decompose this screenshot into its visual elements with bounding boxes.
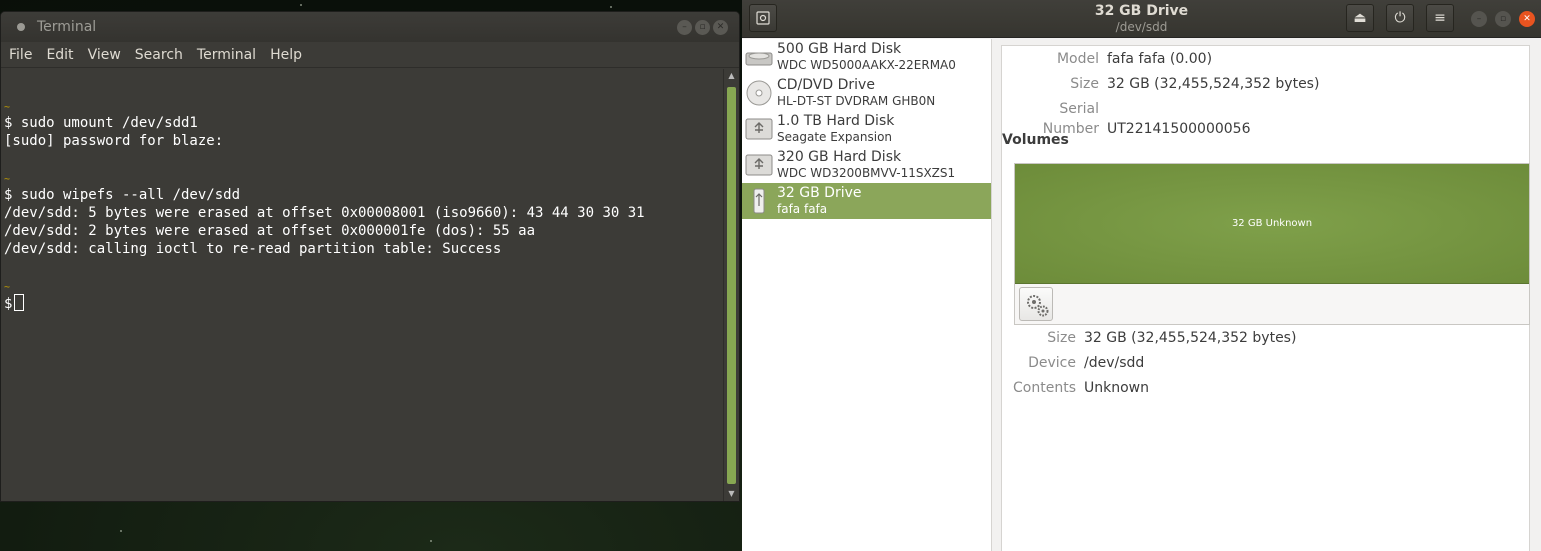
menu-file[interactable]: File bbox=[9, 47, 32, 63]
drive-name: CD/DVD Drive bbox=[777, 77, 875, 93]
drive-list: 500 GB Hard Disk WDC WD5000AAKX-22ERMA0 … bbox=[742, 39, 992, 551]
optical-drive-icon bbox=[746, 80, 772, 106]
terminal-titlebar[interactable]: Terminal – ▫ ✕ bbox=[1, 12, 739, 42]
drive-details-panel: Model fafa fafa (0.00) Size 32 GB (32,455,… bbox=[1001, 45, 1530, 551]
detail-model: Model fafa fafa (0.00) bbox=[1002, 49, 1212, 69]
scroll-up-icon[interactable]: ▲ bbox=[724, 69, 739, 83]
drive-model: WDC WD5000AAKX-22ERMA0 bbox=[777, 58, 956, 72]
power-off-button[interactable]: ⏻ bbox=[1386, 4, 1414, 32]
usb-disk-icon bbox=[745, 118, 773, 140]
drive-item[interactable]: CD/DVD Drive HL-DT-ST DVDRAM GHB0N bbox=[742, 75, 991, 111]
prompt-symbol: $ bbox=[4, 296, 13, 312]
menu-edit[interactable]: Edit bbox=[46, 47, 73, 63]
detail-value: Unknown bbox=[1084, 380, 1149, 396]
prompt-tilde: ~ bbox=[4, 282, 11, 293]
drive-name: 1.0 TB Hard Disk bbox=[777, 113, 895, 129]
detail-key: Contents bbox=[1013, 380, 1076, 396]
maximize-icon[interactable]: ▫ bbox=[1495, 11, 1511, 27]
terminal-scrollbar[interactable]: ▲ ▼ bbox=[723, 69, 739, 501]
detail-value: UT22141500000056 bbox=[1107, 121, 1251, 137]
menu-view[interactable]: View bbox=[88, 47, 121, 63]
close-icon[interactable]: ✕ bbox=[713, 20, 728, 35]
disks-headerbar[interactable]: 32 GB Drive /dev/sdd ⏏ ⏻ ≡ – ▫ ✕ bbox=[742, 0, 1541, 38]
menu-terminal[interactable]: Terminal bbox=[197, 47, 256, 63]
maximize-icon[interactable]: ▫ bbox=[695, 20, 710, 35]
drive-item[interactable]: 500 GB Hard Disk WDC WD5000AAKX-22ERMA0 bbox=[742, 39, 991, 75]
scrollbar-thumb[interactable] bbox=[727, 87, 736, 484]
minimize-icon[interactable]: – bbox=[1471, 11, 1487, 27]
drive-item[interactable]: 1.0 TB Hard Disk Seagate Expansion bbox=[742, 111, 991, 147]
detail-serial-number: Serial Number UT22141500000056 bbox=[1002, 99, 1251, 137]
terminal-line: /dev/sdd: calling ioctl to re-read parti… bbox=[4, 241, 502, 257]
drive-model: HL-DT-ST DVDRAM GHB0N bbox=[777, 94, 936, 108]
terminal-line: [sudo] password for blaze: bbox=[4, 133, 224, 149]
terminal-line: $ sudo umount /dev/sdd1 bbox=[4, 115, 198, 131]
minimize-icon[interactable]: – bbox=[677, 20, 692, 35]
terminal-title: Terminal bbox=[37, 19, 97, 35]
detail-key: Size bbox=[1047, 330, 1076, 346]
usb-stick-icon bbox=[753, 188, 765, 214]
prompt-tilde: ~ bbox=[4, 102, 11, 113]
detail-size: Size 32 GB (32,455,524,352 bytes) bbox=[1002, 74, 1319, 94]
drive-item[interactable]: 320 GB Hard Disk WDC WD3200BMVV-11SXZS1 bbox=[742, 147, 991, 183]
disks-window: 32 GB Drive /dev/sdd ⏏ ⏻ ≡ – ▫ ✕ 500 GB … bbox=[742, 0, 1541, 551]
drive-menu-button[interactable]: ≡ bbox=[1426, 4, 1454, 32]
terminal-line: /dev/sdd: 2 bytes were erased at offset … bbox=[4, 223, 536, 239]
power-icon: ⏻ bbox=[1394, 10, 1406, 26]
terminal-window: Terminal – ▫ ✕ File Edit View Search Ter… bbox=[0, 11, 740, 502]
close-icon[interactable]: ✕ bbox=[1519, 11, 1535, 27]
drive-name: 500 GB Hard Disk bbox=[777, 41, 902, 57]
volume-partition[interactable]: 32 GB Unknown bbox=[1015, 164, 1529, 284]
detail-key: Model bbox=[1056, 51, 1099, 67]
volume-size: Size 32 GB (32,455,524,352 bytes) bbox=[1002, 328, 1296, 348]
detail-key: Size bbox=[1070, 76, 1099, 92]
hamburger-menu-icon: ≡ bbox=[1434, 10, 1446, 26]
volumes-heading: Volumes bbox=[1002, 132, 1069, 148]
detail-key: Device bbox=[1028, 355, 1076, 371]
detail-value: /dev/sdd bbox=[1084, 355, 1145, 371]
hard-disk-icon bbox=[745, 52, 773, 66]
drive-name: 320 GB Hard Disk bbox=[777, 149, 902, 165]
drive-model: Seagate Expansion bbox=[777, 130, 893, 144]
drive-name: 32 GB Drive bbox=[777, 185, 862, 201]
terminal-line: /dev/sdd: 5 bytes were erased at offset … bbox=[4, 205, 645, 221]
eject-button[interactable]: ⏏ bbox=[1346, 4, 1374, 32]
drive-model: fafa fafa bbox=[777, 202, 828, 216]
window-subtitle: /dev/sdd bbox=[1115, 20, 1168, 34]
partition-options-button[interactable] bbox=[1019, 287, 1053, 321]
menu-search[interactable]: Search bbox=[135, 47, 183, 63]
terminal-output[interactable]: ~ $ sudo umount /dev/sdd1 [sudo] passwor… bbox=[1, 69, 723, 501]
eject-icon: ⏏ bbox=[1353, 10, 1367, 26]
volume-label: 32 GB Unknown bbox=[1231, 218, 1313, 229]
text-cursor bbox=[14, 294, 25, 311]
drive-item-selected[interactable]: 32 GB Drive fafa fafa bbox=[742, 183, 991, 219]
scroll-down-icon[interactable]: ▼ bbox=[724, 487, 739, 501]
prompt-tilde: ~ bbox=[4, 174, 11, 185]
volume-device: Device/dev/sdd bbox=[1002, 353, 1144, 373]
terminal-input-line[interactable]: $ bbox=[4, 294, 723, 312]
usb-disk-icon bbox=[745, 154, 773, 176]
terminal-menubar: File Edit View Search Terminal Help bbox=[1, 42, 739, 68]
gears-icon bbox=[1027, 295, 1049, 317]
detail-value: 32 GB (32,455,524,352 bytes) bbox=[1107, 76, 1320, 92]
volume-contents: Contents Unknown bbox=[1002, 378, 1149, 398]
detail-value: 32 GB (32,455,524,352 bytes) bbox=[1084, 330, 1297, 346]
terminal-app-icon bbox=[17, 23, 25, 31]
volume-map: 32 GB Unknown bbox=[1014, 163, 1530, 325]
window-title: 32 GB Drive bbox=[1094, 3, 1189, 19]
detail-value: fafa fafa (0.00) bbox=[1107, 51, 1213, 67]
drive-model: WDC WD3200BMVV-11SXZS1 bbox=[777, 166, 956, 180]
terminal-line: $ sudo wipefs --all /dev/sdd bbox=[4, 187, 241, 203]
menu-help[interactable]: Help bbox=[270, 47, 302, 63]
